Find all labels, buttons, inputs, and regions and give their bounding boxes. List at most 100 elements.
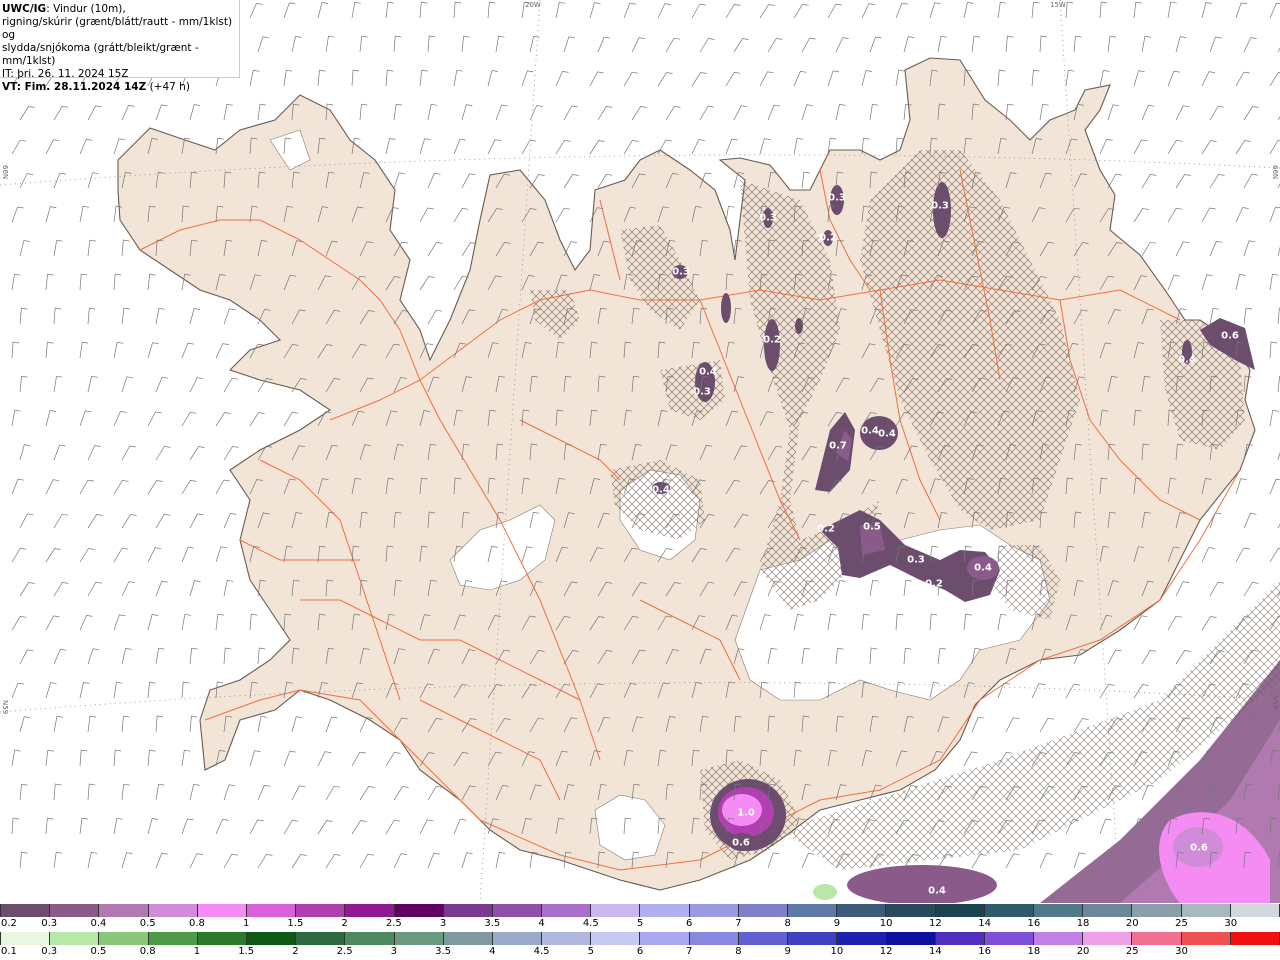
legend-swatch [246, 904, 297, 917]
precip-label: 0.4 [928, 885, 946, 897]
legend-snow-colorbar [0, 904, 1280, 917]
legend-label: 18 [1076, 918, 1090, 929]
info-line-2: rigning/skúrir (grænt/blátt/rautt - mm/1… [2, 16, 233, 41]
legend-label: 5 [636, 918, 644, 929]
precip-label: 0.4 [652, 484, 670, 496]
legend-label: 12 [879, 946, 893, 957]
legend-swatch [837, 932, 887, 945]
legend-swatch [788, 904, 838, 917]
legend-swatch [1033, 904, 1084, 917]
legend-swatch [50, 904, 100, 917]
grid-label-66n-right: 66N [1271, 165, 1279, 180]
legend-swatch [443, 932, 493, 945]
legend-swatch [689, 904, 739, 917]
grid-label-65n-right: N59 [1271, 695, 1279, 710]
legend-rain-labels: 0.1 0.3 0.5 0.8 1 1.5 2 2.5 3 3.5 4 4.5 5 6 7 8 9 10 12 14 1… [0, 946, 1280, 958]
legend-label: 0.5 [139, 918, 156, 929]
legend-snow-labels: 0.2 0.3 0.4 0.5 0.8 1 1.5 2 2.5 3 3.5 4 4.5 5 6 7 8 9 10 12… [0, 918, 1280, 930]
legend-swatch [886, 932, 936, 945]
precip-label: 0.3 [672, 266, 690, 278]
precip-label: 0.4 [861, 425, 879, 437]
legend-swatch [542, 904, 592, 917]
legend-label: 3.5 [484, 918, 501, 929]
legend-label: 0.5 [90, 946, 107, 957]
legend-label: 30 [1175, 946, 1188, 957]
precip-label: 0.4 [699, 366, 717, 378]
legend-swatch [591, 904, 641, 917]
grid-label-15w: 15W [1050, 1, 1066, 9]
legend-swatch [1181, 904, 1231, 917]
legend-label: 3.5 [435, 946, 452, 957]
legend-swatch [296, 904, 346, 917]
legend-swatch [148, 932, 198, 945]
legend-swatch [984, 904, 1034, 917]
valid-time-line: VT: Fim. 28.11.2024 14Z (+47 h) [2, 81, 239, 94]
precip-label: 0.6 [1221, 330, 1239, 342]
precip-label: 0.5 [863, 521, 881, 533]
precip-label: 0.7 [829, 440, 847, 452]
legend-label: 7 [686, 946, 693, 957]
legend-label: 30 [1224, 918, 1238, 929]
legend-swatch [837, 904, 887, 917]
legend-label: 8 [735, 946, 742, 957]
legend-label: 16 [1027, 918, 1041, 929]
legend-label: 2 [341, 918, 348, 929]
grid-label-20w: 20W [525, 1, 541, 9]
variable-desc: : Vindur (10m), [46, 3, 126, 15]
legend-swatch [296, 932, 346, 945]
precip-label: 0.2 [763, 334, 781, 346]
precip-label: 0.4 [1178, 354, 1196, 366]
legend-label: 9 [833, 918, 841, 929]
legend-label: 0.1 [1, 946, 17, 957]
lead-time: (+47 h) [146, 81, 190, 93]
model-name: UWC/IG [2, 3, 47, 15]
legend-swatch [689, 932, 739, 945]
legend-label: 0.3 [41, 918, 58, 929]
precip-label: 0.4 [878, 428, 896, 440]
legend-label: 4.5 [533, 946, 550, 957]
precip-label: 0.2 [819, 232, 837, 244]
legend-label: 2 [292, 946, 299, 957]
legend-label: 6 [636, 946, 644, 957]
legend-swatch [935, 904, 985, 917]
legend-label: 4 [489, 946, 496, 957]
legend-label: 10 [879, 918, 893, 929]
legend-swatch [197, 904, 247, 917]
legend-label: 1.5 [238, 946, 255, 957]
legend-swatch [1083, 904, 1133, 917]
legend-swatch [0, 932, 51, 945]
legend-swatch [492, 904, 543, 917]
grid-label-65n-left: N59 [1, 700, 9, 715]
legend-label: 25 [1175, 918, 1188, 929]
legend-label: 0.2 [1, 918, 17, 929]
legend-swatch [197, 932, 247, 945]
legend-label: 2.5 [385, 918, 402, 929]
legend-label: 14 [929, 946, 942, 957]
legend-label: 20 [1076, 946, 1090, 957]
legend-swatch [99, 904, 149, 917]
legend-swatch [246, 932, 297, 945]
legend-swatch [394, 904, 444, 917]
legend-label: 6 [686, 918, 693, 929]
info-line-1: UWC/IG: Vindur (10m), [2, 3, 239, 16]
precip-label: 0.3 [828, 192, 846, 204]
legend-label: 4.5 [582, 918, 599, 929]
legend-swatch [0, 904, 51, 917]
legend-label: 4 [538, 918, 545, 929]
legend-label: 5 [587, 946, 594, 957]
legend-swatch [1181, 932, 1231, 945]
legend-swatch [640, 904, 690, 917]
precip-label: 0.3 [693, 386, 711, 398]
legend-swatch [148, 904, 198, 917]
legend-label: 1 [242, 918, 250, 929]
legend-swatch [345, 904, 395, 917]
legend-label: 0.3 [41, 946, 58, 957]
legend-swatch [1132, 904, 1182, 917]
legend-label: 3 [390, 946, 398, 957]
legend-swatch [788, 932, 838, 945]
precip-label: 0.6 [1190, 842, 1208, 854]
legend-label: 7 [735, 918, 742, 929]
legend-label: 18 [1027, 946, 1041, 957]
legend-label: 1 [193, 946, 201, 957]
grid-label-66n-left: 66N [1, 165, 9, 180]
